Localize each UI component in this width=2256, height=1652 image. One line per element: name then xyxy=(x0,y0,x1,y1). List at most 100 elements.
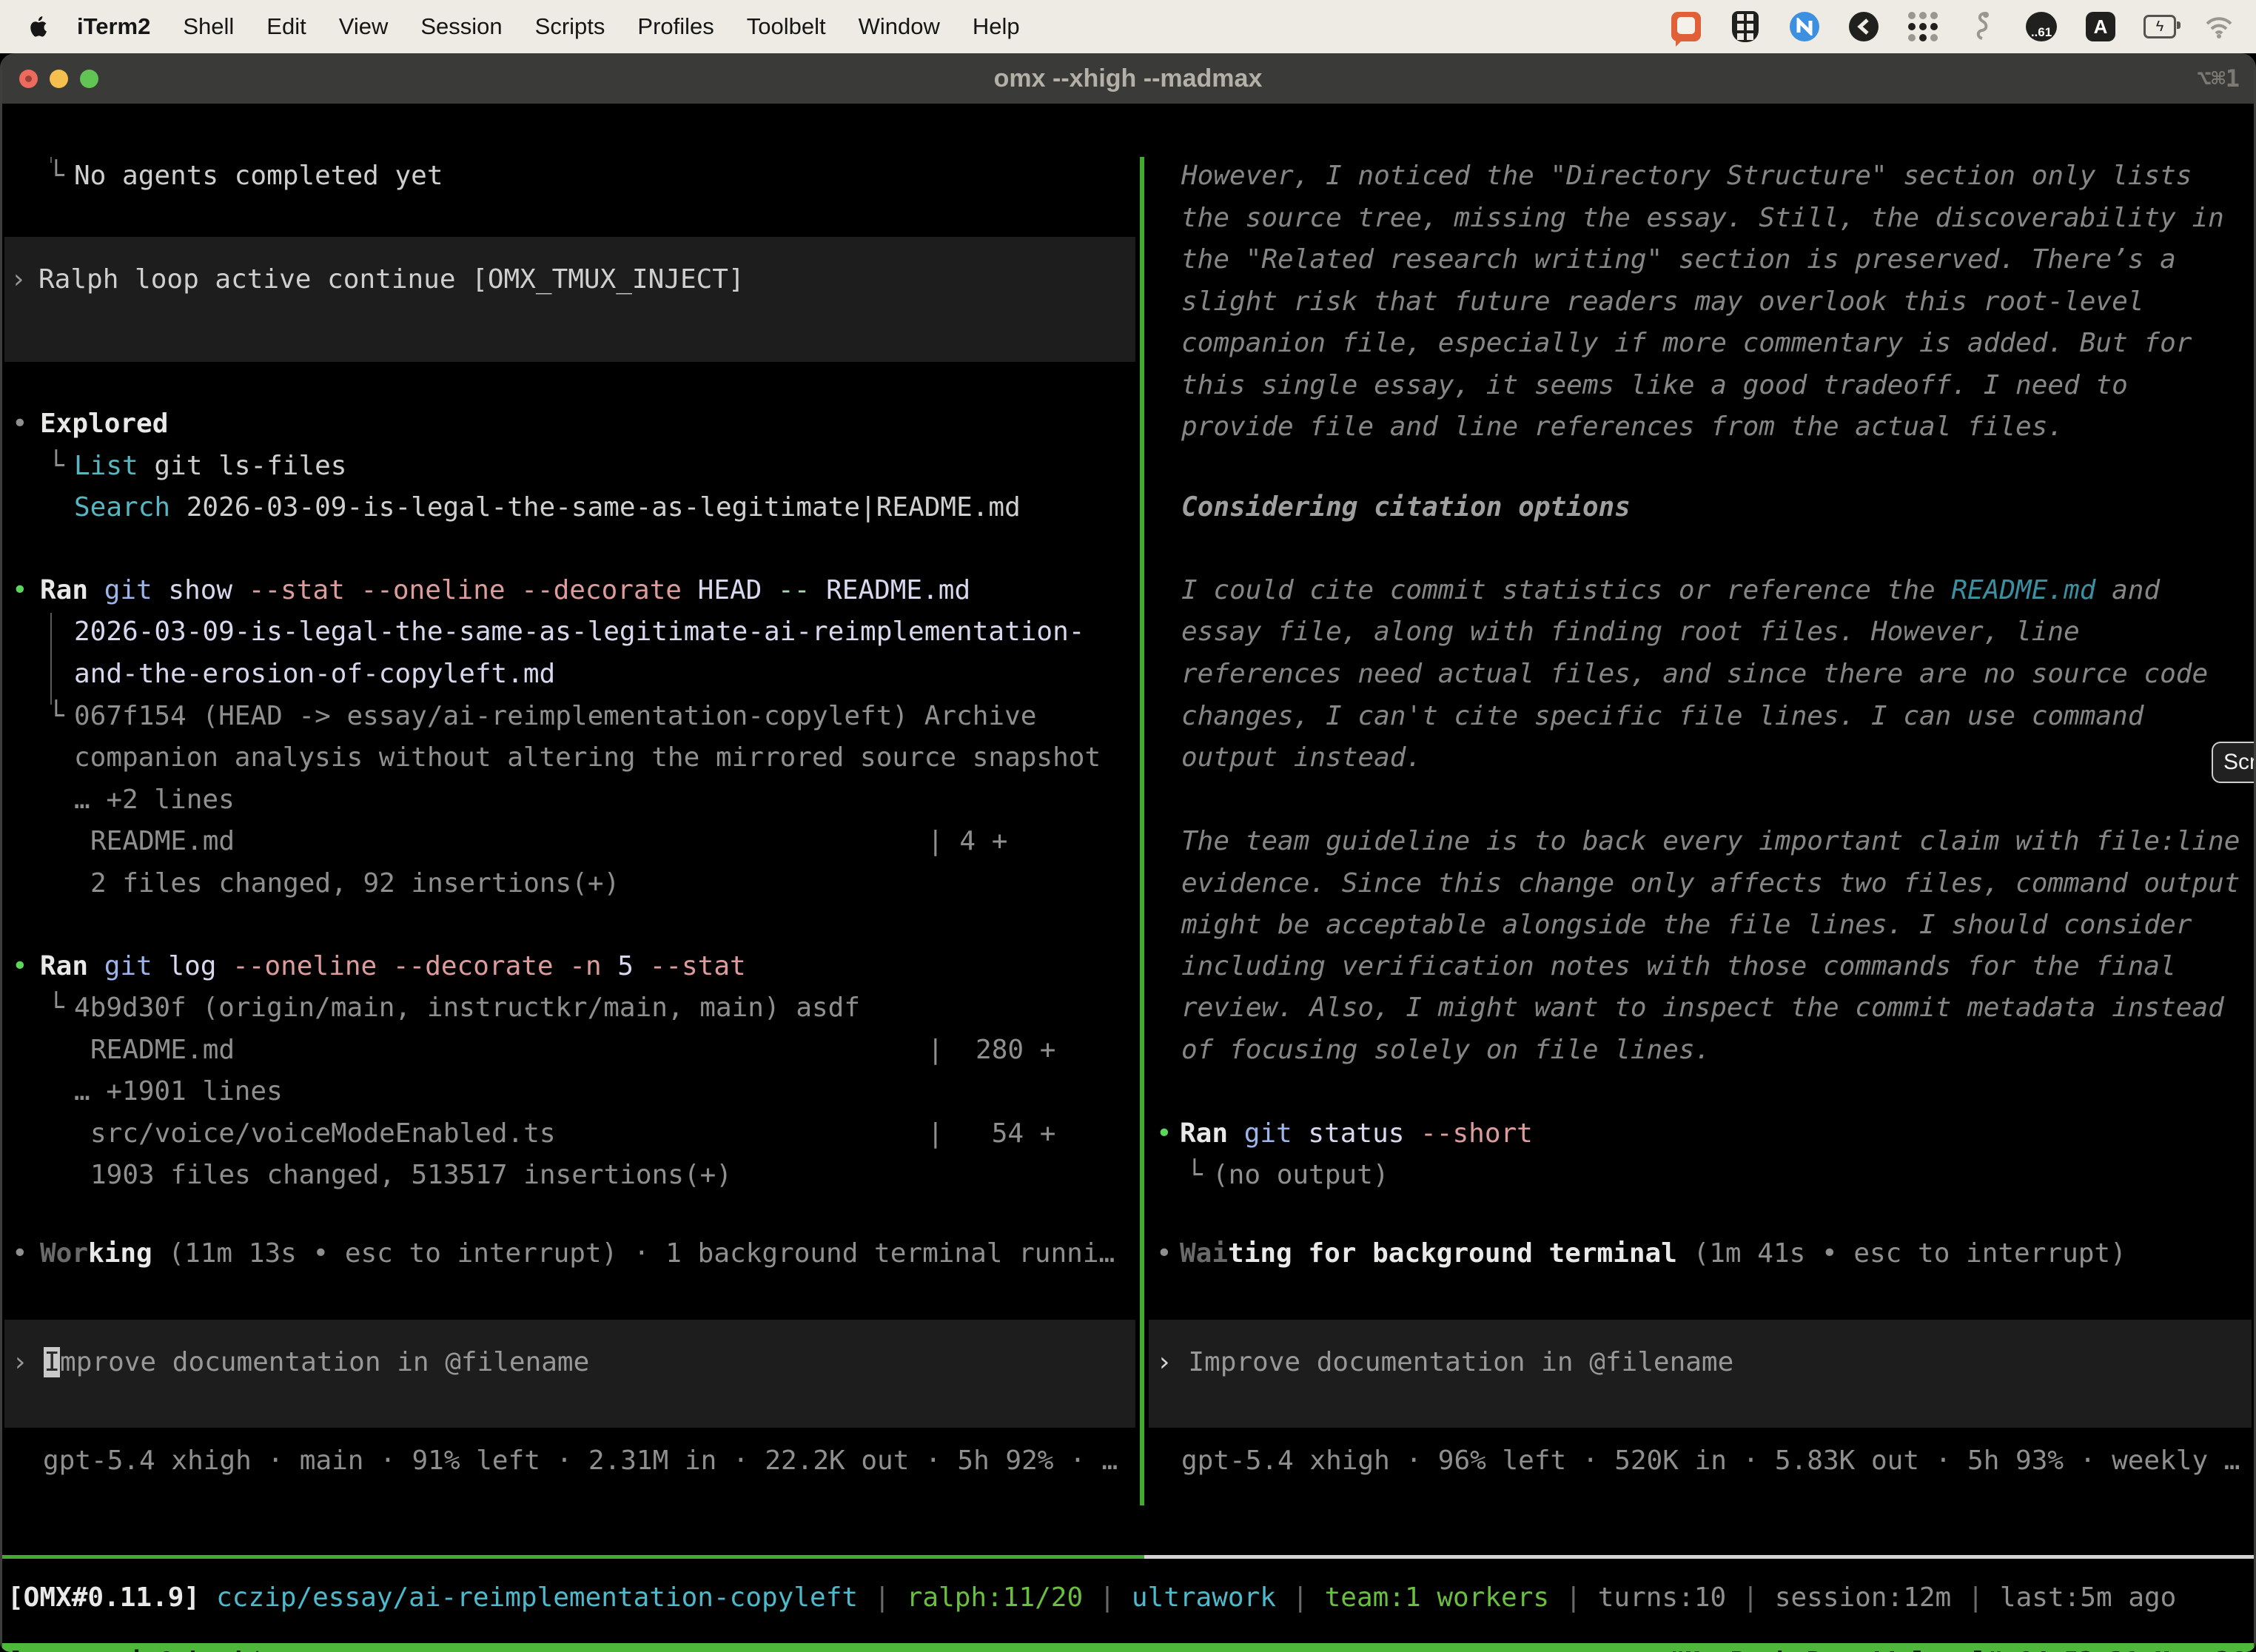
diffstat-summary: 1903 files changed, 513517 insertions(+) xyxy=(90,1154,732,1196)
menu-item-toolbelt[interactable]: Toolbelt xyxy=(731,13,842,40)
git-show-arg-line: and-the-erosion-of-copyleft.md xyxy=(74,653,555,695)
explored-search-line: Search 2026-03-09-is-legal-the-same-as-l… xyxy=(74,486,1021,528)
badge-61-icon[interactable]: ..61 xyxy=(2025,10,2058,43)
explored-list-line: └List git ls-files xyxy=(48,445,346,487)
agents-status-line: └No agents completed yet xyxy=(48,157,443,197)
reasoning-paragraph-line: the "Related research writing" section i… xyxy=(1181,238,2176,281)
reasoning-paragraph-line: review. Also, I might want to inspect th… xyxy=(1181,987,2224,1029)
reasoning-paragraph-line: However, I noticed the "Directory Struct… xyxy=(1181,157,2192,197)
window-title: omx --xhigh --madmax xyxy=(994,64,1263,93)
traffic-lights xyxy=(19,53,98,104)
menu-item-iterm2[interactable]: iTerm2 xyxy=(61,13,167,40)
battery-icon[interactable]: ϟ xyxy=(2143,10,2176,43)
reasoning-paragraph-line: changes, I can't cite specific file line… xyxy=(1181,695,2143,737)
bullet-icon: • xyxy=(12,1232,40,1275)
model-status-line: gpt-5.4 xhigh · 96% left · 520K in · 5.8… xyxy=(1181,1440,2240,1482)
git-show-arg-line: 2026-03-09-is-legal-the-same-as-legitima… xyxy=(74,611,1084,653)
squiggle-icon[interactable] xyxy=(1966,10,1998,43)
menu-status-icons: ..61 A ϟ xyxy=(1670,10,2235,43)
reasoning-paragraph-line: might be acceptable alongside the file l… xyxy=(1181,904,2192,946)
diffstat-line: README.md| 280 + xyxy=(90,1029,235,1071)
menu-item-profiles[interactable]: Profiles xyxy=(621,13,730,40)
bullet-icon: • xyxy=(12,569,40,611)
terminal-content: └No agents completed yet ›Ralph loop act… xyxy=(0,157,2256,1502)
model-status-line: gpt-5.4 xhigh · main · 91% left · 2.31M … xyxy=(43,1440,1118,1482)
omx-last-activity: last:5m ago xyxy=(2000,1582,2176,1613)
text-cursor: I xyxy=(44,1347,60,1377)
menu-item-edit[interactable]: Edit xyxy=(250,13,322,40)
prompt-input-line[interactable]: › Improve documentation in @filename xyxy=(12,1341,589,1383)
terminal-window: omx --xhigh --madmax ⌥⌘1 └No agents comp… xyxy=(0,53,2256,1652)
reasoning-paragraph-line: output instead. xyxy=(1181,736,1422,779)
dark-circle-icon[interactable] xyxy=(1847,10,1880,43)
prompt-input-line[interactable]: › Improve documentation in @filename xyxy=(1156,1341,1733,1383)
truncation-line[interactable]: … +1901 lines xyxy=(74,1070,283,1112)
title-bar[interactable]: omx --xhigh --madmax ⌥⌘1 xyxy=(0,53,2256,104)
right-pane: However, I noticed the "Directory Struct… xyxy=(1144,157,2256,1502)
apple-menu-icon[interactable] xyxy=(28,13,50,40)
reasoning-paragraph-line: slight risk that future readers may over… xyxy=(1181,281,2143,323)
file-reference-link[interactable]: README.md xyxy=(1951,575,2095,605)
git-log-output-line: └4b9d30f (origin/main, instructkr/main, … xyxy=(48,987,860,1029)
active-pane-border xyxy=(0,1555,1144,1559)
git-show-output-line: └067f154 (HEAD -> essay/ai-reimplementat… xyxy=(48,695,1036,737)
reasoning-paragraph-line: I could cite commit statistics or refere… xyxy=(1181,569,2160,611)
prompt-chevron: › xyxy=(12,1347,44,1377)
omx-status-line: [OMX#0.11.9]cczip/essay/ai-reimplementat… xyxy=(7,1577,2176,1619)
git-show-output-line: companion analysis without altering the … xyxy=(74,736,1101,779)
blue-badge-icon[interactable] xyxy=(1788,10,1821,43)
ralph-loop-line: ›Ralph loop active continue [OMX_TMUX_IN… xyxy=(10,258,745,300)
reasoning-paragraph-line: including verification notes with those … xyxy=(1181,945,2176,987)
reasoning-paragraph-line: the source tree, missing the essay. Stil… xyxy=(1181,197,2224,239)
menu-item-session[interactable]: Session xyxy=(404,13,518,40)
reasoning-paragraph-line: references need actual files, and since … xyxy=(1181,653,2208,695)
working-status-line: •Working (11m 13s • esc to interrupt) · … xyxy=(12,1232,1115,1275)
reasoning-paragraph-line: evidence. Since this change only affects… xyxy=(1181,862,2240,904)
diffstat-line: README.md| 4 + xyxy=(90,820,235,862)
reasoning-paragraph-line: companion file, especially if more comme… xyxy=(1181,322,2192,364)
input-placeholder: Improve documentation in @filename xyxy=(1188,1347,1733,1377)
window-shortcut-badge: ⌥⌘1 xyxy=(2197,64,2240,93)
left-pane: └No agents completed yet ›Ralph loop act… xyxy=(0,157,1140,1502)
diffstat-summary: 2 files changed, 92 insertions(+) xyxy=(90,862,620,904)
tmux-session-name[interactable]: [omx-cczip0:bash* xyxy=(7,1647,265,1652)
reasoning-paragraph-line: essay file, along with finding root file… xyxy=(1181,611,2080,653)
reasoning-heading: Considering citation options xyxy=(1181,486,1631,528)
close-button[interactable] xyxy=(19,70,38,88)
keyboard-a-icon[interactable]: A xyxy=(2084,10,2117,43)
bullet-icon: • xyxy=(1156,1112,1180,1155)
inactive-pane-border xyxy=(1144,1555,2256,1559)
menu-bar: iTerm2 Shell Edit View Session Scripts P… xyxy=(0,0,2256,53)
menu-item-scripts[interactable]: Scripts xyxy=(519,13,622,40)
ralph-loop-box: ›Ralph loop active continue [OMX_TMUX_IN… xyxy=(4,237,1135,362)
bullet-icon: • xyxy=(12,945,40,987)
reasoning-paragraph-line: The team guideline is to back every impo… xyxy=(1181,820,2240,862)
prompt-chevron: › xyxy=(10,258,38,300)
chat-bubble-icon[interactable] xyxy=(1670,10,1702,43)
tmux-host-clock: "MacBook-Pro-44.local" 04:52 31-Mar-26 xyxy=(1670,1647,2246,1652)
menu-item-shell[interactable]: Shell xyxy=(167,13,250,40)
prompt-input-box[interactable]: › Improve documentation in @filename xyxy=(1149,1320,2252,1428)
menu-item-view[interactable]: View xyxy=(323,13,405,40)
zoom-button[interactable] xyxy=(80,70,98,88)
omx-mode: ultrawork xyxy=(1132,1582,1276,1613)
menu-item-help[interactable]: Help xyxy=(956,13,1036,40)
git-status-command: •Ran git status --short xyxy=(1156,1112,1533,1155)
minimize-button[interactable] xyxy=(50,70,68,88)
truncation-line[interactable]: … +2 lines xyxy=(74,779,235,821)
menu-items: iTerm2 Shell Edit View Session Scripts P… xyxy=(61,13,1036,40)
tmux-status-bar: [omx-cczip0:bash* "MacBook-Pro-44.local"… xyxy=(0,1643,2256,1652)
bullet-icon: • xyxy=(1156,1232,1180,1275)
omx-turns: turns:10 xyxy=(1598,1582,1726,1613)
git-status-output-line: └(no output) xyxy=(1186,1154,1389,1196)
reasoning-paragraph-line: of focusing solely on file lines. xyxy=(1181,1029,1711,1071)
menu-item-window[interactable]: Window xyxy=(842,13,956,40)
wifi-icon[interactable] xyxy=(2203,10,2235,43)
git-show-command: •Ran git show --stat --oneline --decorat… xyxy=(12,569,970,611)
git-log-command: •Ran git log --oneline --decorate -n 5 -… xyxy=(12,945,746,987)
shield-grid-icon[interactable] xyxy=(1729,10,1762,43)
prompt-input-box[interactable]: › Improve documentation in @filename xyxy=(4,1320,1135,1428)
screen-share-indicator: Scre xyxy=(2212,742,2256,783)
dots-grid-icon[interactable] xyxy=(1907,10,1939,43)
input-placeholder: mprove documentation in @filename xyxy=(60,1347,589,1377)
